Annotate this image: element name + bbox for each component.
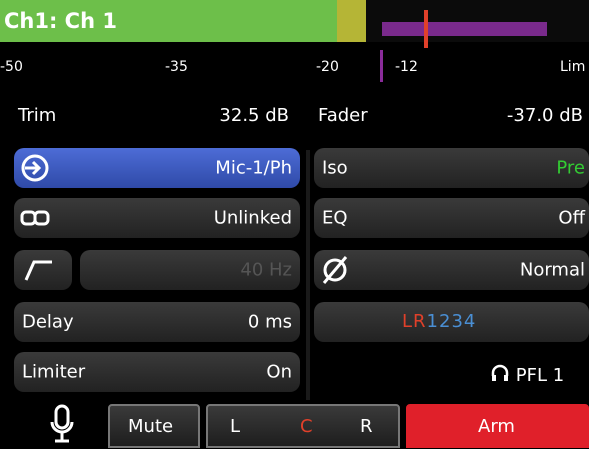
routing-display: LR1234: [402, 311, 476, 332]
pan-control[interactable]: L C R: [206, 404, 400, 448]
microphone-icon[interactable]: [50, 404, 74, 449]
hpf-toggle-button[interactable]: [14, 250, 72, 290]
trim-value[interactable]: 32.5 dB: [219, 105, 289, 127]
meter-tick-label: -20: [316, 59, 339, 75]
meter-tick-label: -35: [165, 59, 188, 75]
route-l: L: [402, 311, 414, 332]
pfl-display[interactable]: PFL 1: [490, 363, 564, 388]
mute-label: Mute: [128, 416, 174, 437]
iso-label: Iso: [322, 157, 348, 179]
eq-button[interactable]: EQ Off: [314, 198, 589, 238]
mute-button[interactable]: Mute: [108, 404, 200, 448]
limiter-value: On: [266, 361, 292, 383]
fader-label: Fader: [318, 105, 368, 126]
arm-button[interactable]: Arm: [406, 404, 589, 448]
delay-label: Delay: [22, 311, 74, 333]
channel-title[interactable]: Ch1: Ch 1: [4, 8, 117, 34]
input-source-icon: [20, 153, 50, 188]
limiter-button[interactable]: Limiter On: [14, 352, 300, 392]
phase-button[interactable]: Normal: [314, 250, 589, 290]
eq-label: EQ: [322, 207, 348, 229]
high-pass-filter-icon: [24, 258, 54, 287]
peak-hold-marker: [380, 50, 383, 82]
iso-button[interactable]: Iso Pre: [314, 148, 589, 188]
level-meter-peak-segment: [337, 0, 366, 42]
input-source-value: Mic-1/Ph: [215, 157, 292, 179]
trim-label: Trim: [18, 105, 57, 126]
arm-label: Arm: [478, 416, 515, 437]
route-r: R: [413, 311, 427, 332]
meter-tick-label: Lim: [560, 59, 586, 75]
delay-button[interactable]: Delay 0 ms: [14, 302, 300, 342]
delay-value: 0 ms: [247, 311, 292, 333]
meter-tick-label: -12: [395, 59, 418, 75]
route-buses: 1234: [426, 311, 477, 332]
pan-right-label: R: [360, 416, 373, 437]
gain-reduction-meter: [382, 22, 547, 36]
routing-button[interactable]: LR1234: [314, 302, 589, 342]
hpf-value: 40 Hz: [240, 259, 292, 281]
limiter-threshold-marker: [424, 10, 428, 48]
link-button[interactable]: Unlinked: [14, 198, 300, 238]
pan-left-label: L: [230, 416, 241, 437]
hpf-frequency-button[interactable]: 40 Hz: [80, 250, 300, 290]
phase-value: Normal: [519, 259, 585, 281]
column-divider: [306, 150, 310, 400]
input-source-button[interactable]: Mic-1/Ph: [14, 148, 300, 188]
link-value: Unlinked: [213, 207, 292, 229]
link-icon: [20, 208, 50, 233]
pfl-value: PFL 1: [515, 365, 565, 386]
headphones-icon: [490, 363, 510, 388]
pan-center-label: C: [300, 416, 313, 437]
fader-value[interactable]: -37.0 dB: [507, 105, 583, 127]
meter-tick-label: -50: [0, 59, 23, 75]
iso-value: Pre: [556, 157, 585, 179]
phase-invert-icon: [320, 255, 350, 290]
limiter-label: Limiter: [22, 361, 86, 383]
eq-value: Off: [558, 207, 585, 229]
